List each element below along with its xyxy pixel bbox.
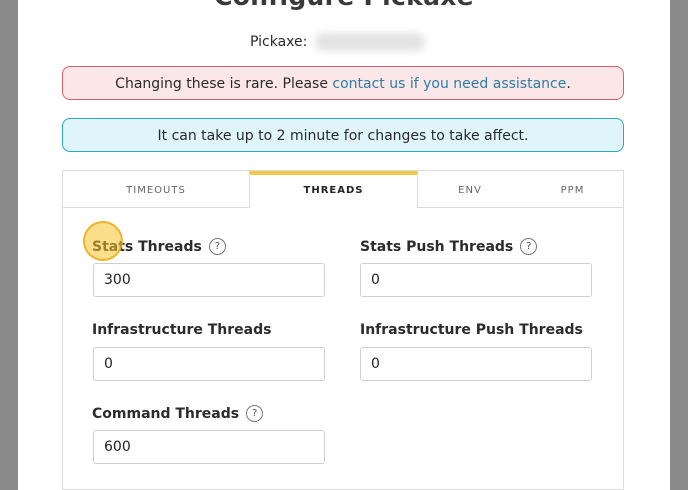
command-threads-input[interactable] xyxy=(93,430,325,464)
pickaxe-label: Pickaxe: xyxy=(250,34,308,50)
contact-us-link[interactable]: contact us if you need assistance xyxy=(332,76,566,92)
click-indicator xyxy=(83,221,123,261)
infrastructure-threads-label: Infrastructure Threads xyxy=(92,322,271,338)
stats-push-threads-label: Stats Push Threads ? xyxy=(360,238,538,255)
help-icon[interactable]: ? xyxy=(520,238,538,255)
danger-alert-text: Changing these is rare. Please xyxy=(115,76,333,92)
pickaxe-name-redacted xyxy=(315,33,426,51)
stats-push-threads-label-text: Stats Push Threads xyxy=(360,238,514,255)
tab-env[interactable]: ENV xyxy=(418,171,522,207)
tab-threads[interactable]: THREADS xyxy=(249,171,418,208)
infrastructure-threads-input[interactable] xyxy=(93,347,325,381)
infrastructure-push-threads-input[interactable] xyxy=(360,347,592,381)
tab-ppm[interactable]: PPM xyxy=(522,171,623,207)
modal-title: Configure Pickaxe xyxy=(18,0,670,11)
info-alert-text: It can take up to 2 minute for changes t… xyxy=(157,128,529,144)
help-icon[interactable]: ? xyxy=(246,405,264,422)
info-alert: It can take up to 2 minute for changes t… xyxy=(62,118,624,152)
infrastructure-push-threads-label-text: Infrastructure Push Threads xyxy=(360,322,583,338)
tab-timeouts[interactable]: TIMEOUTS xyxy=(63,171,249,207)
danger-alert-suffix: . xyxy=(566,76,571,92)
tab-bar: TIMEOUTS THREADS ENV PPM xyxy=(63,171,623,208)
command-threads-label: Command Threads ? xyxy=(92,405,264,422)
pickaxe-row: Pickaxe: xyxy=(250,33,426,51)
stats-push-threads-input[interactable] xyxy=(360,263,592,297)
command-threads-label-text: Command Threads xyxy=(92,405,240,422)
stats-threads-input[interactable] xyxy=(93,263,325,297)
infrastructure-threads-label-text: Infrastructure Threads xyxy=(92,322,272,338)
infrastructure-push-threads-label: Infrastructure Push Threads xyxy=(360,322,583,338)
danger-alert: Changing these is rare. Please contact u… xyxy=(62,66,624,100)
help-icon[interactable]: ? xyxy=(208,238,226,255)
